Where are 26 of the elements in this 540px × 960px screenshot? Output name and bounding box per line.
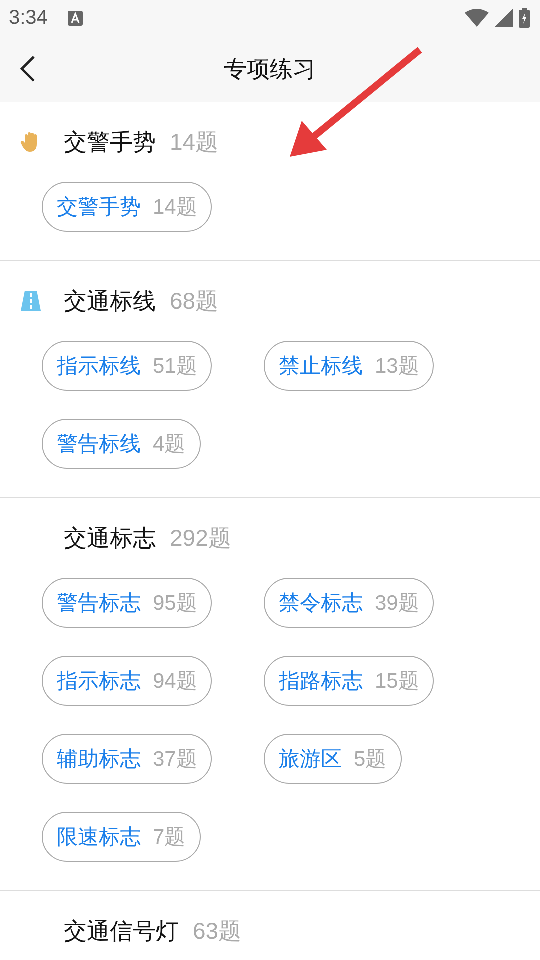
question-count: 14题 xyxy=(170,128,219,156)
category-chip[interactable]: 交警手势 14题 xyxy=(42,182,212,232)
road-icon xyxy=(20,290,42,312)
category-chip[interactable]: 禁令标志 39题 xyxy=(264,578,434,628)
category-chip[interactable]: 指示标志 94题 xyxy=(42,656,212,706)
keyboard-notification-icon xyxy=(68,10,83,26)
section-title: 交通信号灯 xyxy=(64,918,179,946)
signal-icon xyxy=(495,9,513,27)
section-title: 交通标线 xyxy=(64,288,156,316)
category-chip[interactable]: 指路标志 15题 xyxy=(264,656,434,706)
category-chip[interactable]: 辅助标志 37题 xyxy=(42,734,212,784)
category-chip[interactable]: 警告标线 4题 xyxy=(42,419,201,469)
status-time: 3:34 xyxy=(9,6,48,30)
page-title: 专项练习 xyxy=(224,56,316,84)
category-chip[interactable]: 限速标志 7题 xyxy=(42,812,201,862)
category-chip[interactable]: 禁止标线 13题 xyxy=(264,341,434,391)
section-title: 交警手势 xyxy=(64,128,156,158)
category-chip[interactable]: 旅游区 5题 xyxy=(264,734,402,784)
category-chip[interactable]: 指示标线 51题 xyxy=(42,341,212,391)
wifi-icon xyxy=(465,9,489,27)
question-count: 63题 xyxy=(193,916,242,946)
question-count: 68题 xyxy=(170,286,219,316)
category-chip[interactable]: 警告标志 95题 xyxy=(42,578,212,628)
question-count: 292题 xyxy=(170,524,232,552)
section-title: 交通标志 xyxy=(64,524,156,554)
battery-icon xyxy=(519,8,530,28)
